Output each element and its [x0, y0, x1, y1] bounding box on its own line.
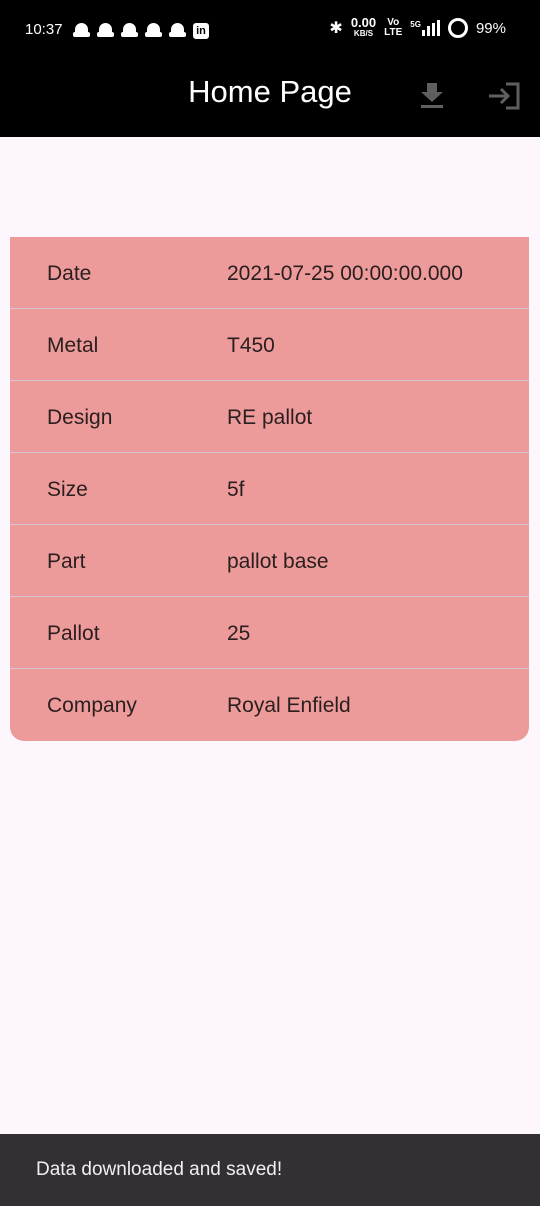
signal-indicator: 5G: [410, 20, 440, 36]
detail-label: Part: [47, 550, 86, 573]
detail-row-metal: Metal T450: [10, 309, 529, 381]
detail-label: Metal: [47, 334, 99, 357]
network-speed-unit: KB/S: [353, 29, 374, 38]
download-button[interactable]: [418, 80, 446, 112]
exit-to-app-icon: [489, 82, 520, 110]
detail-row-design: Design RE pallot: [10, 381, 529, 453]
signal-bars-icon: [421, 20, 440, 36]
details-card: Date 2021-07-25 00:00:00.000 Metal T450 …: [10, 237, 529, 741]
snapchat-icon: [97, 23, 114, 40]
detail-row-date: Date 2021-07-25 00:00:00.000: [10, 237, 529, 309]
page-title: Home Page: [188, 74, 352, 109]
app-bar: 10:37 in ✱ 0.00 KB/S Vo LTE 5G 99% Home …: [0, 0, 540, 137]
snapchat-icon: [73, 23, 90, 40]
detail-label: Size: [47, 478, 88, 501]
detail-value: 25: [227, 622, 251, 645]
download-icon: [421, 83, 443, 108]
network-type: 5G: [410, 20, 421, 29]
battery-percent: 99%: [475, 19, 506, 37]
detail-value: T450: [227, 334, 275, 357]
system-indicators: ✱ 0.00 KB/S Vo LTE 5G 99%: [329, 15, 506, 39]
snapchat-icon: [121, 23, 138, 40]
detail-label: Company: [47, 694, 137, 717]
status-time: 10:37: [25, 21, 63, 38]
detail-label: Pallot: [47, 622, 100, 645]
detail-row-pallot: Pallot 25: [10, 597, 529, 669]
detail-label: Date: [47, 262, 92, 285]
detail-value: 2021-07-25 00:00:00.000: [227, 262, 463, 285]
linkedin-icon: in: [193, 23, 209, 39]
snackbar: Data downloaded and saved!: [0, 1134, 540, 1206]
snapchat-icon: [145, 23, 162, 40]
bluetooth-icon: ✱: [329, 20, 343, 37]
notification-icons: in: [73, 23, 209, 40]
snackbar-message: Data downloaded and saved!: [36, 1159, 283, 1180]
exit-button[interactable]: [486, 80, 522, 112]
snapchat-icon: [169, 23, 186, 40]
network-speed-value: 0.00: [350, 15, 377, 30]
battery-icon: [447, 18, 468, 38]
volte-indicator: Vo LTE: [384, 18, 402, 38]
detail-label: Design: [47, 406, 113, 429]
detail-value: pallot base: [227, 550, 329, 573]
network-speed: 0.00 KB/S: [350, 15, 377, 39]
volte-bottom: LTE: [384, 27, 403, 38]
detail-row-company: Company Royal Enfield: [10, 669, 529, 740]
detail-value: 5f: [227, 478, 245, 501]
status-bar: 10:37 in ✱ 0.00 KB/S Vo LTE 5G 99%: [0, 0, 540, 62]
detail-row-size: Size 5f: [10, 453, 529, 525]
detail-value: Royal Enfield: [227, 694, 351, 717]
detail-value: RE pallot: [227, 406, 313, 429]
detail-row-part: Part pallot base: [10, 525, 529, 597]
